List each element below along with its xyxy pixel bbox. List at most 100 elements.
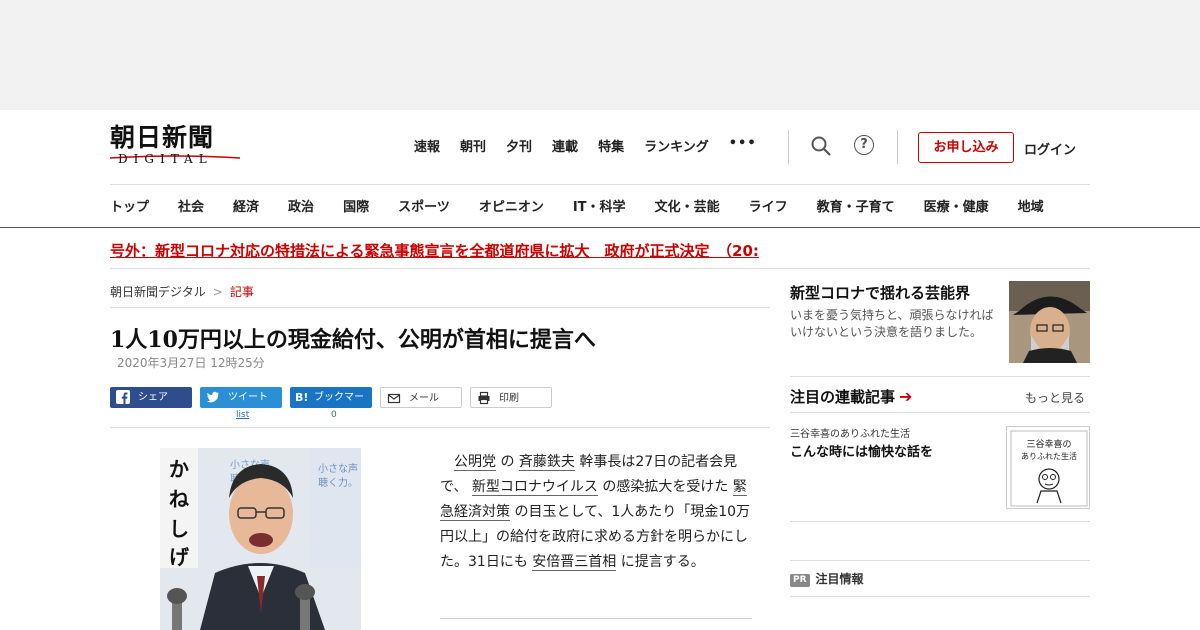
photo-poster-text: 聴く力。 [318,476,358,489]
nav-morning[interactable]: 朝刊 [460,136,486,155]
nav-series[interactable]: 連載 [552,136,578,155]
sidebar-feature-description[interactable]: いまを憂う気持ちと、頑張らなければいけないという決意を語りました。 [790,307,1002,341]
print-label: 印刷 [499,393,519,404]
category-top[interactable]: トップ [110,196,149,215]
nav-ranking[interactable]: ランキング [644,136,709,155]
breaking-news-link[interactable]: 号外：新型コロナ対応の特措法による緊急事態宣言を全都道府県に拡大 政府が正式決定… [110,240,870,261]
article-body: 公明党 の 斉藤鉄夫 幹事長は27日の記者会見で、 新型コロナウイルス の感染拡… [440,450,752,575]
mail-share-button[interactable]: メール [380,387,462,408]
category-international[interactable]: 国際 [343,196,369,215]
series-name[interactable]: 三谷幸喜のありふれた生活 [790,425,910,440]
help-icon[interactable]: ? [854,135,876,157]
divider [790,560,1090,561]
nav-flash[interactable]: 速報 [414,136,440,155]
category-opinion[interactable]: オピニオン [479,196,544,215]
category-it-science[interactable]: IT・科学 [573,196,626,215]
category-economy[interactable]: 経済 [233,196,259,215]
sidebar-feature-illustration [1009,281,1090,363]
article-date: 2020年3月27日 12時25分 [117,356,265,370]
print-icon [478,391,490,405]
category-politics[interactable]: 政治 [288,196,314,215]
pr-section-label: 注目情報 [815,572,864,586]
breadcrumb-home[interactable]: 朝日新聞デジタル [110,285,206,299]
category-society[interactable]: 社会 [178,196,204,215]
logo-wordmark: 朝日新聞 [110,123,215,152]
breadcrumb-separator: > [212,285,223,299]
site-logo[interactable]: 朝日新聞 DIGITAL [110,124,240,170]
featured-series-label: 注目の連載記事 [790,388,896,406]
series-article-title[interactable]: こんな時には愉快な話を [790,441,933,460]
site-header: 朝日新聞 DIGITAL 速報 朝刊 夕刊 連載 特集 ランキング ••• ? … [0,110,1200,228]
mail-icon [387,393,401,404]
series-thumbnail-illustration: 三谷幸喜の ありふれた生活 [1010,430,1088,507]
sidebar-feature-thumbnail[interactable] [1009,281,1090,363]
header-divider [110,184,1090,185]
facebook-share-button[interactable]: シェア [110,387,192,408]
keyword-link[interactable]: 安倍晋三首相 [532,554,617,571]
divider [897,130,898,164]
mail-share-label: メール [409,393,439,404]
divider [110,307,770,308]
divider [110,268,1090,269]
top-nav: 速報 朝刊 夕刊 連載 特集 ランキング ••• [414,136,777,155]
twitter-share-label: ツイート [228,392,268,403]
login-link[interactable]: ログイン [1024,139,1076,158]
see-more-link[interactable]: もっと見る [1025,389,1085,406]
logo-subtitle: DIGITAL [118,152,213,166]
divider [790,412,1090,413]
facebook-icon [116,390,130,404]
sidebar-feature-title[interactable]: 新型コロナで揺れる芸能界 [790,282,970,303]
arrow-right-icon: ➔ [899,387,913,406]
pr-section-heading: PR 注目情報 [790,570,864,587]
more-menu-icon[interactable]: ••• [729,136,757,155]
photo-illustration: か ね し げ 小さな声 聴く力。 小さな声 聴く力。 [160,448,361,630]
divider [110,427,770,428]
keyword-link[interactable]: 新型コロナウイルス [471,479,598,496]
twitter-share-button[interactable]: ツイート [200,387,282,408]
nav-feature[interactable]: 特集 [598,136,624,155]
photo-poster-name-char: げ [169,545,190,569]
divider [440,618,752,619]
photo-poster-name-char: ね [169,487,189,511]
category-sports[interactable]: スポーツ [398,196,450,215]
category-education[interactable]: 教育・子育て [817,196,895,215]
subscribe-button[interactable]: お申し込み [918,132,1014,163]
article-photo[interactable]: か ね し げ 小さな声 聴く力。 小さな声 聴く力。 [160,448,361,630]
article-paragraph: 公明党 の 斉藤鉄夫 幹事長は27日の記者会見で、 新型コロナウイルス の感染拡… [440,450,752,575]
nav-evening[interactable]: 夕刊 [506,136,532,155]
category-nav: トップ 社会 経済 政治 国際 スポーツ オピニオン IT・科学 文化・芸能 ラ… [110,196,1073,215]
facebook-share-label: シェア [138,392,168,403]
category-local[interactable]: 地域 [1018,196,1044,215]
category-life[interactable]: ライフ [749,196,788,215]
series-thumbnail[interactable]: 三谷幸喜の ありふれた生活 [1006,426,1090,509]
breadcrumb-current: 記事 [229,285,254,299]
photo-poster-name-char: し [169,517,189,541]
body-text: に提言する。 [620,554,705,570]
category-health[interactable]: 医療・健康 [924,196,989,215]
hatena-bookmark-button[interactable]: B! ブックマーク [290,387,372,424]
divider [790,596,1090,597]
keyword-link[interactable]: 斉藤鉄夫 [518,454,575,471]
category-culture[interactable]: 文化・芸能 [655,196,720,215]
body-text: の感染拡大を受けた [602,479,729,495]
print-button[interactable]: 印刷 [470,387,552,408]
breadcrumb: 朝日新聞デジタル > 記事 [110,283,254,300]
ad-banner-area [0,0,1200,110]
article-headline: 1人10万円以上の現金給付、公明が首相に提言へ [110,327,596,353]
pr-badge: PR [790,574,810,587]
featured-series-heading[interactable]: 注目の連載記事 ➔ [790,386,912,407]
keyword-link[interactable]: 公明党 [454,454,496,471]
twitter-list-link[interactable]: list [236,410,249,420]
body-text: の [500,454,515,470]
hatena-bookmark-label: ブックマーク [314,392,364,424]
series-thumbnail-line: 三谷幸喜の [1026,438,1071,450]
photo-poster-text: 小さな声 [318,462,358,475]
hatena-bookmark-count[interactable]: 0 [331,410,337,420]
divider [788,130,789,164]
photo-poster-name-char: か [169,457,189,481]
divider [790,376,1090,377]
divider [790,521,1090,522]
series-thumbnail-line: ありふれた生活 [1021,451,1077,461]
hatena-bookmark-icon: B! [295,391,309,404]
search-icon[interactable] [810,135,832,157]
